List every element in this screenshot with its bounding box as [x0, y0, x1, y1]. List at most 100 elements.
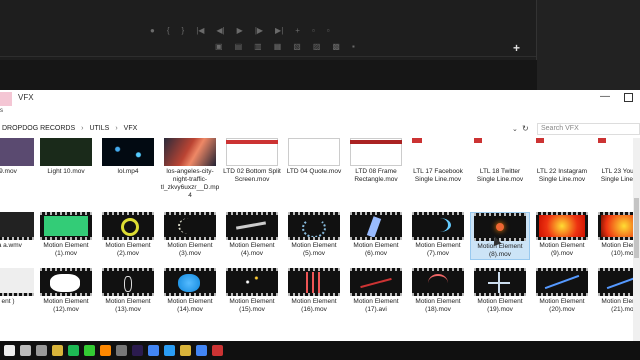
transport-button[interactable]: ▫	[327, 26, 330, 35]
video-thumbnail-icon	[536, 268, 588, 296]
file-item[interactable]: LTD 08 Frame Rectangle.mov	[346, 138, 406, 184]
transport-button[interactable]: ◀|	[216, 26, 224, 35]
monitor-tool-button[interactable]: ▦	[274, 42, 282, 51]
video-thumbnail-icon	[40, 138, 92, 166]
chrome-icon[interactable]	[148, 345, 159, 356]
file-item[interactable]: Light 10.mov	[36, 138, 96, 176]
file-name: los-angeles-city-night-traffic-tl_zkvy6u…	[160, 168, 220, 199]
file-item[interactable]: Motion Element (2).mov	[98, 212, 158, 258]
monitor-tools: ▣ ▤ ▥ ▦ ▧ ▨ ▩ ▪	[215, 42, 355, 51]
file-grid: 9.mov Light 10.mov lol.mp4 los-angeles-city…	[0, 138, 640, 341]
scrollbar-thumb[interactable]	[634, 198, 639, 258]
spotify-icon[interactable]	[68, 345, 79, 356]
media-icon[interactable]	[116, 345, 127, 356]
video-thumbnail-icon	[0, 212, 34, 240]
monitor-tool-button[interactable]: ▩	[332, 42, 340, 51]
file-item[interactable]: Motion Element (16).mov	[284, 268, 344, 314]
monitor-tool-button[interactable]: ▪	[352, 42, 355, 51]
transport-button[interactable]: ▶|	[275, 26, 283, 35]
file-item[interactable]: Motion Element (15).mov	[222, 268, 282, 314]
file-item[interactable]: Motion Element (18).mov	[408, 268, 468, 314]
add-button[interactable]: +	[513, 41, 520, 55]
monitor-tool-button[interactable]: ▧	[293, 42, 301, 51]
monitor-tool-button[interactable]: ▤	[235, 42, 243, 51]
minimize-button[interactable]: —	[600, 91, 610, 102]
chevron-down-icon[interactable]: ⌄	[512, 125, 518, 133]
file-item[interactable]: Motion Element (1).mov	[36, 212, 96, 258]
search-icon[interactable]	[20, 345, 31, 356]
file-item[interactable]: ent )	[0, 268, 38, 306]
file-item[interactable]: Motion Element (20).mov	[532, 268, 592, 314]
transport-button[interactable]: |◀	[196, 26, 204, 35]
transport-button[interactable]: ▫	[312, 26, 315, 35]
ribbon-tab[interactable]: s	[0, 108, 3, 114]
explorer-icon[interactable]	[180, 345, 191, 356]
file-item[interactable]: Motion Element (9).mov	[532, 212, 592, 258]
search-input[interactable]: Search VFX	[537, 123, 640, 135]
transport-button[interactable]: |▶	[255, 26, 263, 35]
start-icon[interactable]	[4, 345, 15, 356]
breadcrumb-vfx[interactable]: VFX	[124, 125, 138, 132]
breadcrumb-dropdog-records[interactable]: DROPDOG RECORDS	[2, 125, 75, 132]
video-thumbnail-icon	[288, 268, 340, 296]
file-name: Motion Element (4).mov	[229, 242, 275, 257]
file-item[interactable]: lol.mp4	[98, 138, 158, 176]
file-name: Motion Element (2).mov	[105, 242, 151, 257]
photos-icon[interactable]	[164, 345, 175, 356]
video-thumbnail-icon	[102, 212, 154, 240]
file-item[interactable]: los-angeles-city-night-traffic-tl_zkvy6u…	[160, 138, 220, 200]
file-name: Motion Element (18).mov	[415, 298, 461, 313]
file-item[interactable]: LTD 02 Bottom Split Screen.mov	[222, 138, 282, 184]
transport-button[interactable]: +	[295, 26, 300, 35]
monitor-tool-button[interactable]: ▣	[215, 42, 223, 51]
video-thumbnail-icon	[412, 268, 464, 296]
file-item[interactable]: LTL 22 Instagram Single Line.mov	[532, 138, 592, 184]
file-item[interactable]: Motion Element (3).mov	[160, 212, 220, 258]
file-name: Light 10.mov	[47, 168, 85, 175]
video-thumbnail-icon	[164, 268, 216, 296]
file-item[interactable]: Motion Element (5).mov	[284, 212, 344, 258]
file-name: Motion Element (16).mov	[291, 298, 337, 313]
file-item[interactable]: Motion Element (6).mov	[346, 212, 406, 258]
vertical-scrollbar[interactable]	[633, 138, 640, 341]
file-explorer-icon[interactable]	[52, 345, 63, 356]
terminal-icon[interactable]	[84, 345, 95, 356]
transport-button[interactable]: ▶	[237, 26, 243, 35]
file-item[interactable]: Motion Element (17).avi	[346, 268, 406, 314]
maximize-button[interactable]	[624, 93, 633, 102]
task-view-icon[interactable]	[36, 345, 47, 356]
app-icon[interactable]	[212, 345, 223, 356]
file-name: lol.mp4	[117, 168, 139, 175]
breadcrumb-utils[interactable]: UTILS	[89, 125, 109, 132]
file-item[interactable]: LTD 04 Quote.mov	[284, 138, 344, 176]
video-thumbnail-icon	[536, 138, 588, 166]
refresh-icon[interactable]: ↻	[522, 124, 529, 133]
file-item[interactable]: Motion Element (8).mov	[470, 212, 530, 260]
file-item[interactable]: ha a.wmv	[0, 212, 38, 250]
video-thumbnail-icon	[226, 268, 278, 296]
vlc-icon[interactable]	[100, 345, 111, 356]
transport-button[interactable]: {	[167, 26, 170, 35]
file-item[interactable]: LTL 18 Twitter Single Line.mov	[470, 138, 530, 184]
file-item[interactable]: 9.mov	[0, 138, 38, 176]
file-name: LTD 02 Bottom Split Screen.mov	[223, 168, 281, 183]
breadcrumb: DROPDOG RECORDS › UTILS › VFX	[2, 125, 137, 132]
video-thumbnail-icon	[288, 212, 340, 240]
file-item[interactable]: Motion Element (13).mov	[98, 268, 158, 314]
premiere-icon[interactable]	[132, 345, 143, 356]
file-item[interactable]: LTL 17 Facebook Single Line.mov	[408, 138, 468, 184]
transport-button[interactable]: }	[182, 26, 185, 35]
file-item[interactable]: Motion Element (4).mov	[222, 212, 282, 258]
transport-button[interactable]: ●	[150, 26, 155, 35]
file-name: Motion Element (7).mov	[415, 242, 461, 257]
monitor-tool-button[interactable]: ▨	[313, 42, 321, 51]
file-item[interactable]: Motion Element (19).mov	[470, 268, 530, 314]
file-item[interactable]: Motion Element (7).mov	[408, 212, 468, 258]
file-item[interactable]: Motion Element (12).mov	[36, 268, 96, 314]
file-name: ent )	[1, 298, 15, 305]
chrome-icon[interactable]	[196, 345, 207, 356]
file-name: LTL 18 Twitter Single Line.mov	[476, 168, 524, 183]
file-name: 9.mov	[0, 168, 17, 175]
monitor-tool-button[interactable]: ▥	[254, 42, 262, 51]
file-item[interactable]: Motion Element (14).mov	[160, 268, 220, 314]
